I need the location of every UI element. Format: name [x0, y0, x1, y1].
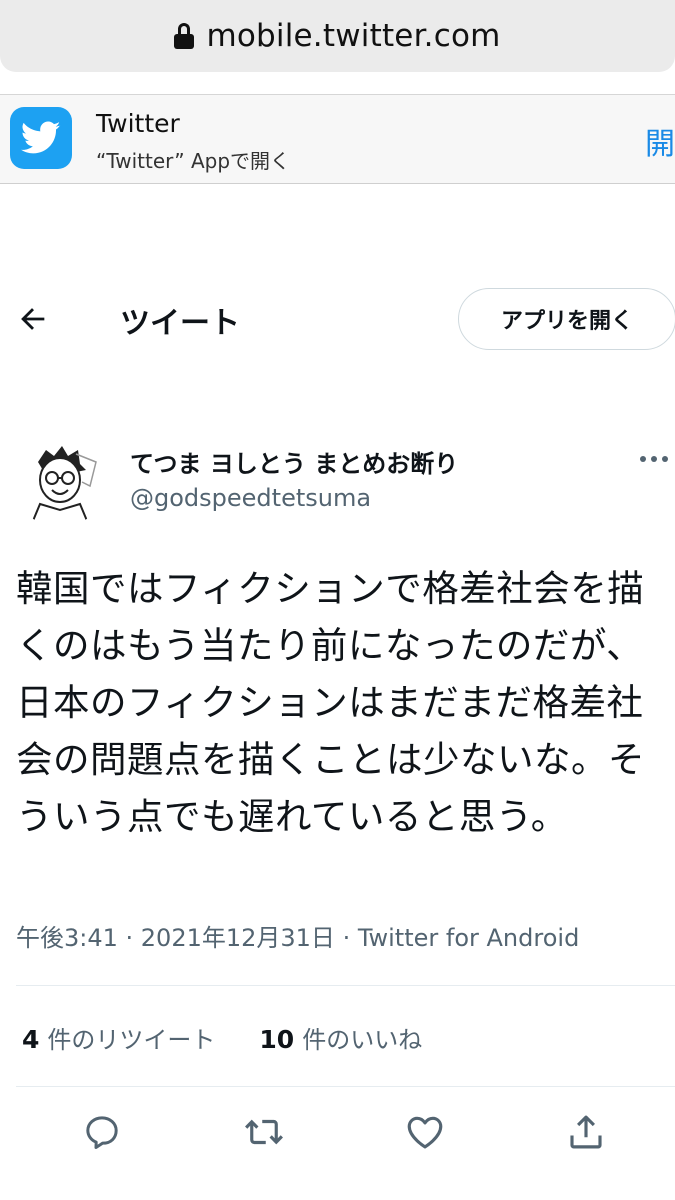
back-arrow-icon[interactable] [16, 302, 50, 336]
tweet-stats: 4 件のリツイート 10 件のいいね [22, 1020, 422, 1055]
retweet-count[interactable]: 4 件のリツイート [22, 1020, 215, 1055]
browser-chrome: mobile.twitter.com [0, 0, 675, 94]
like-icon[interactable] [403, 1110, 447, 1154]
twitter-bird-icon [10, 107, 72, 169]
address-bar[interactable]: mobile.twitter.com [0, 0, 675, 72]
like-count-number: 10 [259, 1025, 295, 1054]
banner-subtitle: “Twitter” Appで開く [96, 149, 291, 173]
lock-icon [174, 23, 195, 49]
share-icon[interactable] [564, 1110, 608, 1154]
like-count[interactable]: 10 件のいいね [259, 1020, 422, 1055]
url-text: mobile.twitter.com [206, 18, 501, 54]
display-name[interactable]: てつま ヨしとう まとめお断り [130, 444, 458, 479]
divider [16, 985, 675, 986]
avatar[interactable] [16, 440, 104, 528]
divider [16, 1086, 675, 1087]
banner-app-name: Twitter [96, 109, 180, 138]
retweet-count-label: 件のリツイート [47, 1026, 216, 1054]
reply-icon[interactable] [80, 1110, 124, 1154]
user-handle[interactable]: @godspeedtetsuma [130, 484, 371, 512]
retweet-count-number: 4 [22, 1025, 40, 1054]
like-count-label: 件のいいね [302, 1026, 423, 1054]
page-title: ツイート [120, 306, 240, 341]
open-app-button[interactable]: アプリを開く [458, 288, 675, 350]
banner-open-button[interactable]: 開 [645, 119, 675, 163]
tweet-timestamp[interactable]: 午後3:41 · 2021年12月31日 · Twitter for Andro… [16, 918, 579, 953]
retweet-icon[interactable] [242, 1110, 286, 1154]
smart-app-banner[interactable]: Twitter “Twitter” Appで開く 開 [0, 94, 675, 184]
tweet-actions [0, 1110, 675, 1160]
more-icon[interactable] [640, 452, 672, 466]
tweet-text: 韓国ではフィクションで格差社会を描くのはもう当たり前になったのだが、日本のフィク… [16, 567, 645, 838]
